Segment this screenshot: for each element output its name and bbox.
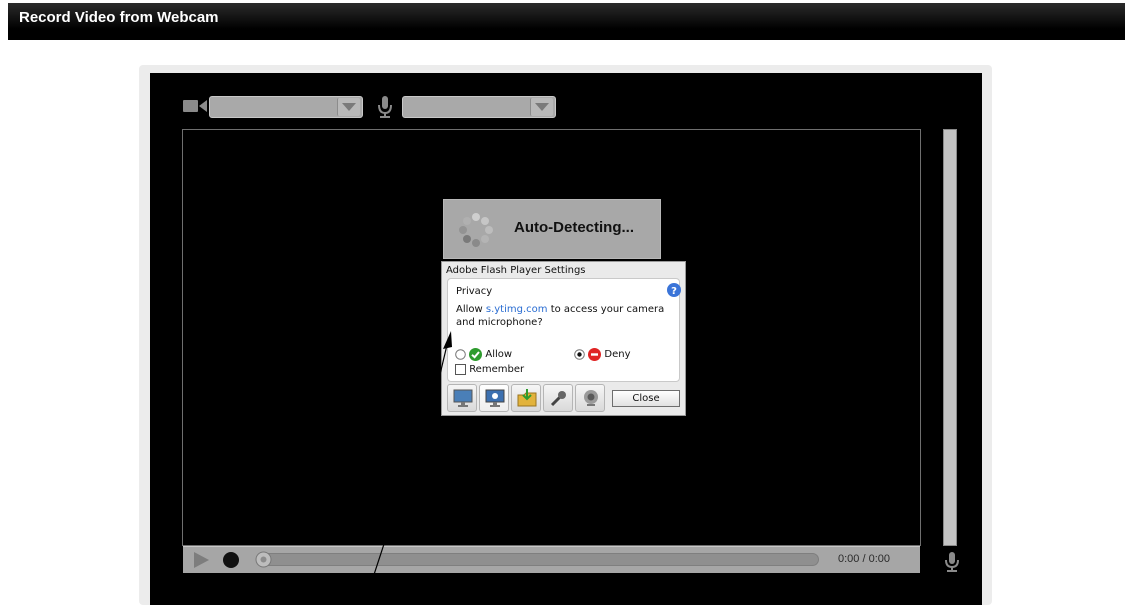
annotation-line xyxy=(363,540,386,605)
annotation-arrow-line xyxy=(421,344,448,451)
annotation-arrows xyxy=(363,331,452,605)
annotation-arrow-head xyxy=(443,331,452,349)
